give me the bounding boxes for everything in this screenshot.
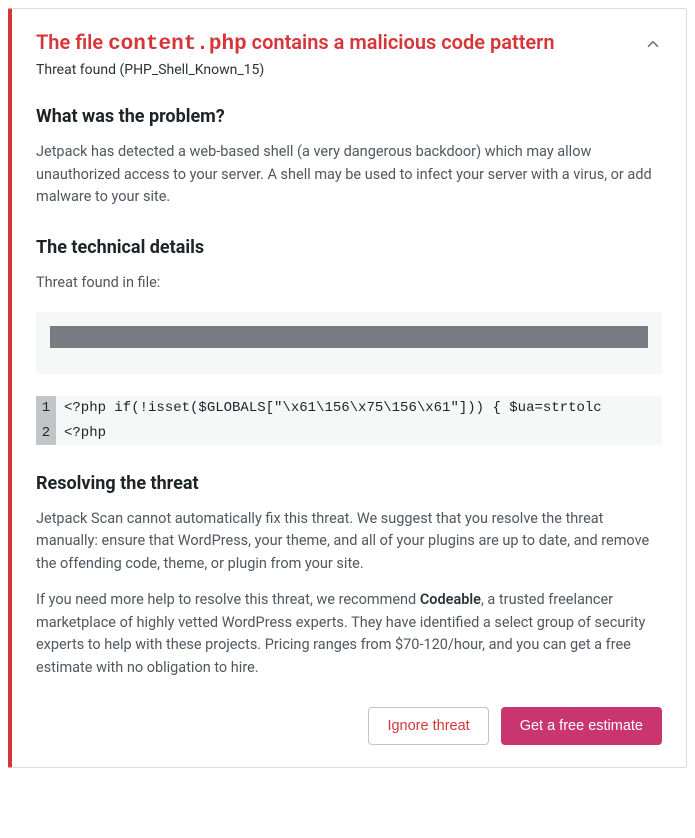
threat-card: The file content.php contains a maliciou… xyxy=(8,8,687,768)
title-prefix: The file xyxy=(36,30,108,54)
resolving-body-2-pre: If you need more help to resolve this th… xyxy=(36,591,420,608)
problem-body: Jetpack has detected a web-based shell (… xyxy=(36,141,662,208)
threat-title: The file content.php contains a maliciou… xyxy=(36,29,555,58)
file-context-highlight xyxy=(50,326,648,348)
threat-found-in-label: Threat found in file: xyxy=(36,272,662,294)
codeable-name: Codeable xyxy=(420,591,481,608)
line-number: 1 xyxy=(36,396,56,420)
line-number: 2 xyxy=(36,421,56,445)
resolving-body-1: Jetpack Scan cannot automatically fix th… xyxy=(36,508,662,575)
technical-heading: The technical details xyxy=(36,237,662,258)
collapse-toggle[interactable] xyxy=(644,35,662,57)
threat-header: The file content.php contains a maliciou… xyxy=(36,29,662,78)
code-line-2: 2 <?php xyxy=(36,421,662,445)
problem-heading: What was the problem? xyxy=(36,106,662,127)
code-line-1: 1 <?php if(!isset($GLOBALS["\x61\156\x75… xyxy=(36,396,662,420)
title-block: The file content.php contains a maliciou… xyxy=(36,29,555,78)
threat-filename: content.php xyxy=(108,33,247,56)
chevron-up-icon xyxy=(644,35,662,53)
resolving-heading: Resolving the threat xyxy=(36,473,662,494)
threat-subtitle: Threat found (PHP_Shell_Known_15) xyxy=(36,62,555,78)
code-snippet: 1 <?php if(!isset($GLOBALS["\x61\156\x75… xyxy=(36,396,662,445)
file-context-bar xyxy=(36,312,662,374)
title-suffix: contains a malicious code pattern xyxy=(247,30,555,54)
resolving-body-2: If you need more help to resolve this th… xyxy=(36,589,662,679)
action-row: Ignore threat Get a free estimate xyxy=(36,707,662,745)
code-content: <?php xyxy=(56,421,106,445)
code-content: <?php if(!isset($GLOBALS["\x61\156\x75\1… xyxy=(56,396,602,420)
get-estimate-button[interactable]: Get a free estimate xyxy=(501,707,662,745)
ignore-threat-button[interactable]: Ignore threat xyxy=(368,707,488,745)
